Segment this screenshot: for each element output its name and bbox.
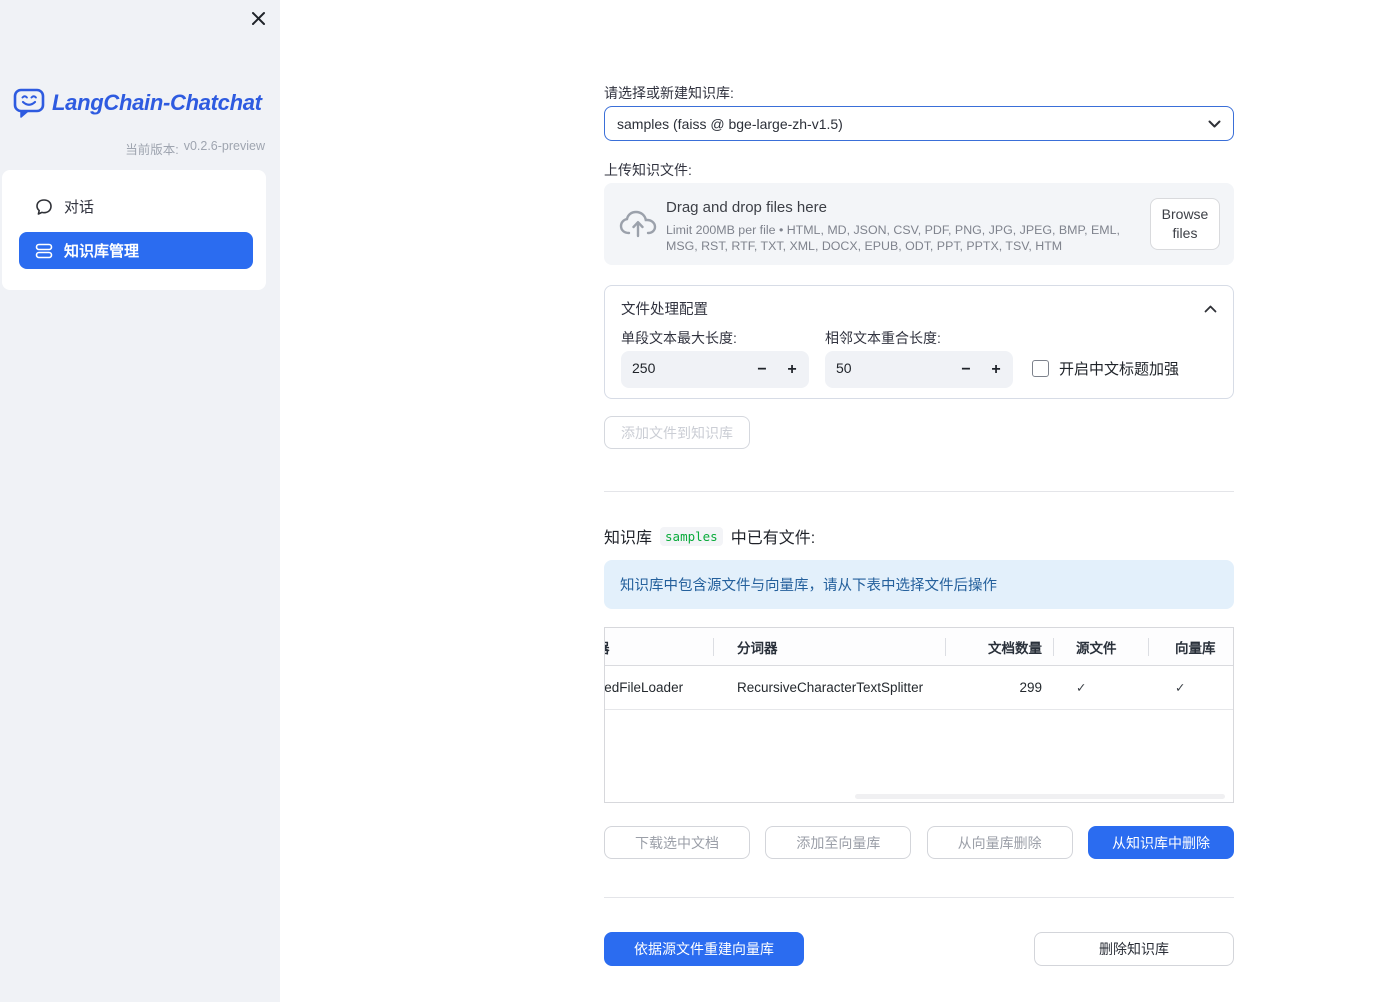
- rebuild-vector-store-button[interactable]: 依据源文件重建向量库: [604, 932, 804, 966]
- overlap-size-value: 50: [836, 360, 852, 376]
- kb-files-heading: 知识库 samples 中已有文件:: [604, 524, 815, 548]
- divider: [604, 491, 1234, 492]
- info-banner: 知识库中包含源文件与向量库，请从下表中选择文件后操作: [604, 560, 1234, 609]
- overlap-size-decrement-button[interactable]: −: [951, 351, 981, 388]
- stacked-list-icon: [35, 243, 53, 258]
- table-row[interactable]: UnstructuredFileLoader RecursiveCharacte…: [604, 666, 1233, 710]
- uploader-title: Drag and drop files here: [666, 199, 827, 216]
- kb-select-dropdown[interactable]: samples (faiss @ bge-large-zh-v1.5): [604, 106, 1234, 141]
- zh-title-enhance-checkbox[interactable]: 开启中文标题加强: [1032, 358, 1179, 379]
- main-content: 请选择或新建知识库: samples (faiss @ bge-large-zh…: [604, 0, 1234, 1002]
- overlap-size-increment-button[interactable]: +: [981, 351, 1011, 388]
- file-action-buttons: 下载选中文档 添加至向量库 从向量库删除 从知识库中删除: [604, 826, 1234, 859]
- chunk-size-input[interactable]: 250 − +: [621, 351, 809, 388]
- delete-from-vector-store-button[interactable]: 从向量库删除: [926, 826, 1073, 859]
- delete-from-kb-button[interactable]: 从知识库中删除: [1087, 826, 1234, 859]
- cell-doc-count: 299: [1019, 680, 1042, 695]
- app-title: LangChain-Chatchat: [52, 90, 262, 115]
- chunk-size-label: 单段文本最大长度:: [621, 330, 737, 346]
- cell-vector-store-check: ✓: [1175, 681, 1186, 695]
- version-label: 当前版本:: [125, 143, 179, 157]
- table-header-row: 文档加载器 分词器 文档数量 源文件 向量库: [605, 628, 1233, 666]
- chunk-size-decrement-button[interactable]: −: [747, 351, 777, 388]
- chat-bubble-icon: [36, 198, 52, 215]
- chevron-up-icon: [1204, 305, 1217, 313]
- sidebar-item-label: 对话: [64, 199, 95, 216]
- kb-files-table[interactable]: 文档加载器 分词器 文档数量 源文件 向量库 UnstructuredFileL…: [604, 627, 1234, 803]
- overlap-size-label: 相邻文本重合长度:: [825, 330, 941, 346]
- chunk-size-value: 250: [632, 360, 656, 376]
- app-logo: LangChain-Chatchat: [12, 86, 262, 120]
- collapse-expander-control[interactable]: [1204, 300, 1217, 318]
- sidebar: LangChain-Chatchat 当前版本: v0.2.6-preview …: [0, 0, 280, 1002]
- sidebar-item-kb-management[interactable]: 知识库管理: [19, 232, 253, 269]
- close-icon: [251, 11, 265, 25]
- sidebar-item-label: 知识库管理: [64, 243, 140, 260]
- sidebar-item-dialogue[interactable]: 对话: [19, 188, 253, 225]
- delete-kb-button[interactable]: 删除知识库: [1034, 932, 1234, 966]
- uploader-hint: Limit 200MB per file • HTML, MD, JSON, C…: [666, 223, 1120, 253]
- file-config-expander: 文件处理配置 单段文本最大长度: 相邻文本重合长度: 250 − + 50 − …: [604, 285, 1234, 399]
- add-files-to-kb-button[interactable]: 添加文件到知识库: [604, 416, 750, 449]
- sidebar-menu: 对话 知识库管理: [2, 170, 266, 290]
- version-info: 当前版本: v0.2.6-preview: [125, 139, 265, 158]
- cloud-upload-icon: [618, 207, 658, 244]
- checkbox-label: 开启中文标题加强: [1059, 361, 1180, 378]
- kb-select-label: 请选择或新建知识库:: [604, 85, 734, 101]
- divider: [604, 897, 1234, 898]
- col-header-loader[interactable]: 文档加载器: [605, 628, 713, 665]
- overlap-size-input[interactable]: 50 − +: [825, 351, 1013, 388]
- cell-source-file-check: ✓: [1076, 681, 1087, 695]
- upload-label: 上传知识文件:: [604, 162, 692, 178]
- checkbox-box[interactable]: [1032, 360, 1049, 377]
- chunk-size-increment-button[interactable]: +: [777, 351, 807, 388]
- info-text: 知识库中包含源文件与向量库，请从下表中选择文件后操作: [620, 578, 997, 594]
- col-header-splitter[interactable]: 分词器: [713, 628, 945, 665]
- col-header-doc-count[interactable]: 文档数量: [945, 628, 1053, 665]
- add-to-vector-store-button[interactable]: 添加至向量库: [765, 826, 912, 859]
- kb-name-code: samples: [660, 526, 723, 546]
- close-sidebar-button[interactable]: [244, 4, 272, 32]
- chevron-down-icon: [1208, 120, 1221, 127]
- table-horizontal-scrollbar[interactable]: [855, 794, 1225, 799]
- table-scroll-content: 文档加载器 分词器 文档数量 源文件 向量库 UnstructuredFileL…: [604, 628, 1233, 710]
- browse-files-button[interactable]: Browse files: [1150, 198, 1220, 250]
- cell-splitter: RecursiveCharacterTextSplitter: [737, 680, 924, 695]
- file-uploader-dropzone[interactable]: Drag and drop files here Limit 200MB per…: [604, 183, 1234, 265]
- download-selected-docs-button[interactable]: 下载选中文档: [604, 826, 750, 859]
- col-header-vector-store[interactable]: 向量库: [1148, 628, 1233, 665]
- kb-files-prefix: 知识库: [604, 530, 653, 547]
- expander-title[interactable]: 文件处理配置: [621, 298, 708, 319]
- col-header-source-file[interactable]: 源文件: [1053, 628, 1148, 665]
- kb-selected-value: samples (faiss @ bge-large-zh-v1.5): [617, 115, 843, 132]
- cell-loader: UnstructuredFileLoader: [604, 680, 684, 695]
- version-value: v0.2.6-preview: [183, 139, 265, 153]
- kb-files-suffix: 中已有文件:: [730, 530, 816, 547]
- chat-logo-icon: [13, 88, 45, 118]
